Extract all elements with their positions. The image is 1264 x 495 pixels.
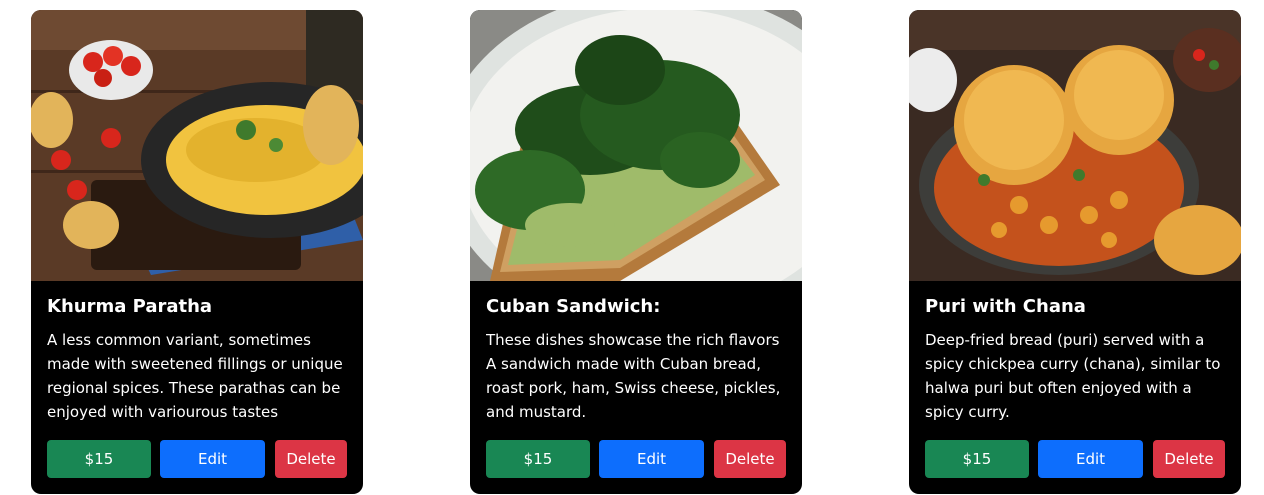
delete-button[interactable]: Delete [275,440,347,478]
food-image-omelette [31,10,363,281]
edit-button[interactable]: Edit [1038,440,1143,478]
food-card: Puri with Chana Deep-fried bread (puri) … [909,10,1241,494]
delete-button[interactable]: Delete [1153,440,1225,478]
card-actions: $15 Edit Delete [486,440,788,478]
cards-row: Khurma Paratha A less common variant, so… [0,0,1264,495]
card-title: Cuban Sandwich: [486,296,661,317]
card-actions: $15 Edit Delete [47,440,349,478]
edit-button[interactable]: Edit [599,440,704,478]
delete-button[interactable]: Delete [714,440,786,478]
card-actions: $15 Edit Delete [925,440,1227,478]
card-body: Puri with Chana Deep-fried bread (puri) … [925,294,1225,424]
card-description: A less common variant, sometimes made wi… [47,331,343,421]
food-card: Khurma Paratha A less common variant, so… [31,10,363,494]
card-body: Cuban Sandwich: These dishes showcase th… [486,294,786,424]
card-title: Khurma Paratha [47,296,213,317]
price-button[interactable]: $15 [486,440,590,478]
card-description: These dishes showcase the rich flavors A… [486,331,781,421]
edit-button[interactable]: Edit [160,440,265,478]
card-description: Deep-fried bread (puri) served with a sp… [925,331,1221,421]
food-image-spinach-toast [470,10,802,281]
food-card: Cuban Sandwich: These dishes showcase th… [470,10,802,494]
card-title: Puri with Chana [925,296,1086,317]
price-button[interactable]: $15 [925,440,1029,478]
card-body: Khurma Paratha A less common variant, so… [47,294,347,424]
price-button[interactable]: $15 [47,440,151,478]
food-image-puri-chana [909,10,1241,281]
